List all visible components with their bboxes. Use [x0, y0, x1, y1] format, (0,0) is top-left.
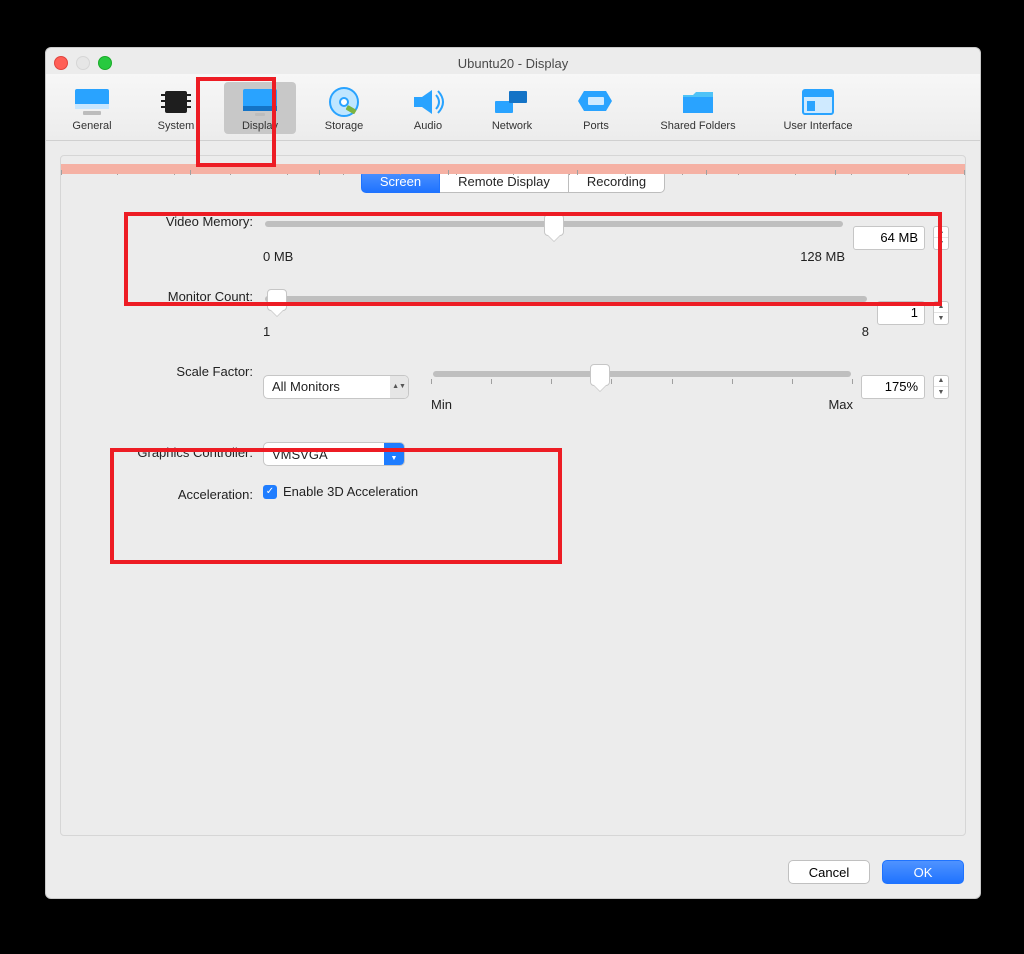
toolbar-item-user-interface[interactable]: User Interface: [764, 82, 872, 134]
scale-factor-min: Min: [431, 397, 452, 412]
ports-icon: [577, 86, 615, 118]
select-value: All Monitors: [264, 379, 390, 394]
chevron-up-down-icon: ▲▼: [384, 443, 404, 465]
slider-thumb[interactable]: [544, 214, 564, 236]
chip-icon: [157, 86, 195, 118]
video-memory-min: 0 MB: [263, 249, 293, 264]
scale-factor-label: Scale Factor:: [77, 361, 263, 383]
monitor-count-stepper[interactable]: ▲▼: [933, 301, 949, 325]
window-layout-icon: [799, 86, 837, 118]
toolbar-label: Storage: [325, 120, 364, 132]
video-memory-field[interactable]: [853, 226, 925, 250]
toolbar-item-network[interactable]: Network: [476, 82, 548, 134]
network-icon: [493, 86, 531, 118]
checkmark-icon: ✓: [263, 485, 277, 499]
scale-factor-slider[interactable]: Min Max: [431, 361, 853, 412]
monitor-count-min: 1: [263, 324, 270, 339]
video-memory-slider[interactable]: 0 MB 128 MB: [263, 211, 845, 264]
acceleration-label: Acceleration:: [77, 484, 263, 506]
scale-factor-stepper[interactable]: ▲▼: [933, 375, 949, 399]
toolbar-item-storage[interactable]: Storage: [308, 82, 380, 134]
disk-icon: [325, 86, 363, 118]
row-acceleration: Acceleration: ✓ Enable 3D Acceleration: [77, 484, 949, 506]
monitor-count-label: Monitor Count:: [77, 286, 263, 308]
monitor-icon: [73, 86, 111, 118]
row-video-memory: Video Memory: 0 MB 128 MB: [77, 211, 949, 264]
dialog-footer: Cancel OK: [46, 850, 980, 898]
category-toolbar: General System Display Storage: [46, 74, 980, 141]
content-pane: Screen Remote Display Recording Video Me…: [60, 155, 966, 836]
toolbar-label: General: [72, 120, 111, 132]
toolbar-label: Shared Folders: [660, 120, 735, 132]
select-value: VMSVGA: [264, 447, 384, 462]
toolbar-label: Network: [492, 120, 532, 132]
cancel-button[interactable]: Cancel: [788, 860, 870, 884]
toolbar-label: Display: [242, 120, 278, 132]
chevron-up-down-icon: ▲▼: [390, 376, 408, 398]
toolbar-item-audio[interactable]: Audio: [392, 82, 464, 134]
graphics-controller-label: Graphics Controller:: [77, 442, 263, 464]
toolbar-label: Audio: [414, 120, 442, 132]
toolbar-item-display[interactable]: Display: [224, 82, 296, 134]
scale-factor-field[interactable]: [861, 375, 925, 399]
checkbox-label: Enable 3D Acceleration: [283, 484, 418, 499]
slider-thumb[interactable]: [267, 289, 287, 311]
speaker-icon: [409, 86, 447, 118]
scale-factor-monitor-select[interactable]: All Monitors ▲▼: [263, 375, 409, 399]
monitor-count-slider[interactable]: 1 8: [263, 286, 869, 339]
toolbar-item-system[interactable]: System: [140, 82, 212, 134]
row-monitor-count: Monitor Count: 1 8: [77, 286, 949, 339]
toolbar-item-shared-folders[interactable]: Shared Folders: [644, 82, 752, 134]
folder-icon: [679, 86, 717, 118]
video-memory-stepper[interactable]: ▲▼: [933, 226, 949, 250]
monitor-count-field[interactable]: [877, 301, 925, 325]
enable-3d-acceleration-checkbox[interactable]: ✓ Enable 3D Acceleration: [263, 484, 418, 499]
titlebar: Ubuntu20 - Display: [46, 48, 980, 74]
toolbar-label: User Interface: [783, 120, 852, 132]
window-title: Ubuntu20 - Display: [46, 56, 980, 71]
graphics-controller-select[interactable]: VMSVGA ▲▼: [263, 442, 405, 466]
toolbar-item-general[interactable]: General: [56, 82, 128, 134]
ok-button[interactable]: OK: [882, 860, 964, 884]
scale-factor-max: Max: [828, 397, 853, 412]
settings-window: Ubuntu20 - Display General System Displa…: [45, 47, 981, 899]
display-icon: [241, 86, 279, 118]
toolbar-item-ports[interactable]: Ports: [560, 82, 632, 134]
toolbar-label: System: [158, 120, 195, 132]
row-graphics-controller: Graphics Controller: VMSVGA ▲▼: [77, 442, 949, 466]
row-scale-factor: Scale Factor: All Monitors ▲▼: [77, 361, 949, 412]
monitor-count-max: 8: [862, 324, 869, 339]
video-memory-max: 128 MB: [800, 249, 845, 264]
toolbar-label: Ports: [583, 120, 609, 132]
video-memory-label: Video Memory:: [77, 211, 263, 233]
